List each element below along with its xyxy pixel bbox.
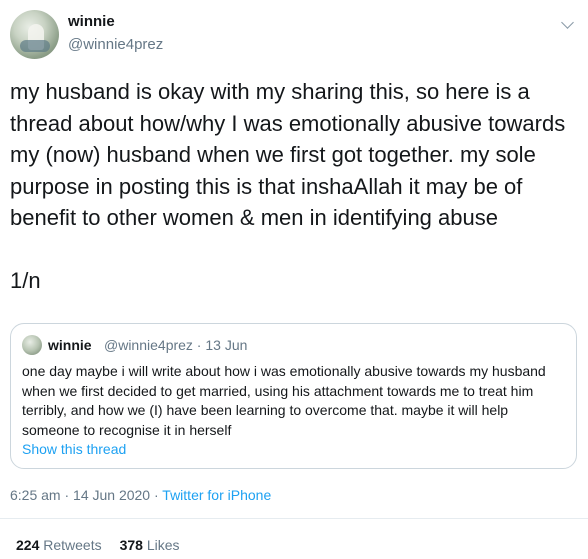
- retweets-stat[interactable]: 224 Retweets: [16, 537, 102, 553]
- quoted-handle-date: @winnie4prez · 13 Jun: [104, 337, 248, 353]
- quoted-display-name: winnie: [48, 337, 92, 353]
- tweet-meta: 6:25 am · 14 Jun 2020 · Twitter for iPho…: [10, 487, 271, 503]
- author-display-name[interactable]: winnie: [68, 13, 115, 30]
- source-link[interactable]: Twitter for iPhone: [162, 487, 271, 503]
- quoted-tweet[interactable]: winnie @winnie4prez · 13 Jun one day may…: [10, 323, 577, 469]
- tweet-text: my husband is okay with my sharing this,…: [10, 79, 566, 293]
- likes-stat[interactable]: 378 Likes: [120, 537, 180, 553]
- avatar-figure-base: [20, 40, 50, 52]
- likes-label: Likes: [146, 537, 180, 553]
- timestamp[interactable]: 6:25 am · 14 Jun 2020 ·: [10, 487, 162, 503]
- divider: [0, 518, 588, 519]
- author-avatar[interactable]: [10, 10, 59, 59]
- show-thread-link[interactable]: Show this thread: [22, 441, 126, 457]
- author-handle[interactable]: @winnie4prez: [68, 36, 163, 53]
- retweets-count: 224: [16, 537, 40, 553]
- tweet-card: winnie @winnie4prez my husband is okay w…: [0, 0, 588, 559]
- quoted-text: one day maybe i will write about how i w…: [22, 363, 546, 438]
- quoted-avatar: [22, 335, 42, 355]
- chevron-down-icon[interactable]: [561, 16, 574, 29]
- engagement-stats: 224 Retweets 378 Likes: [16, 537, 180, 553]
- likes-count: 378: [119, 537, 143, 553]
- retweets-label: Retweets: [43, 537, 102, 553]
